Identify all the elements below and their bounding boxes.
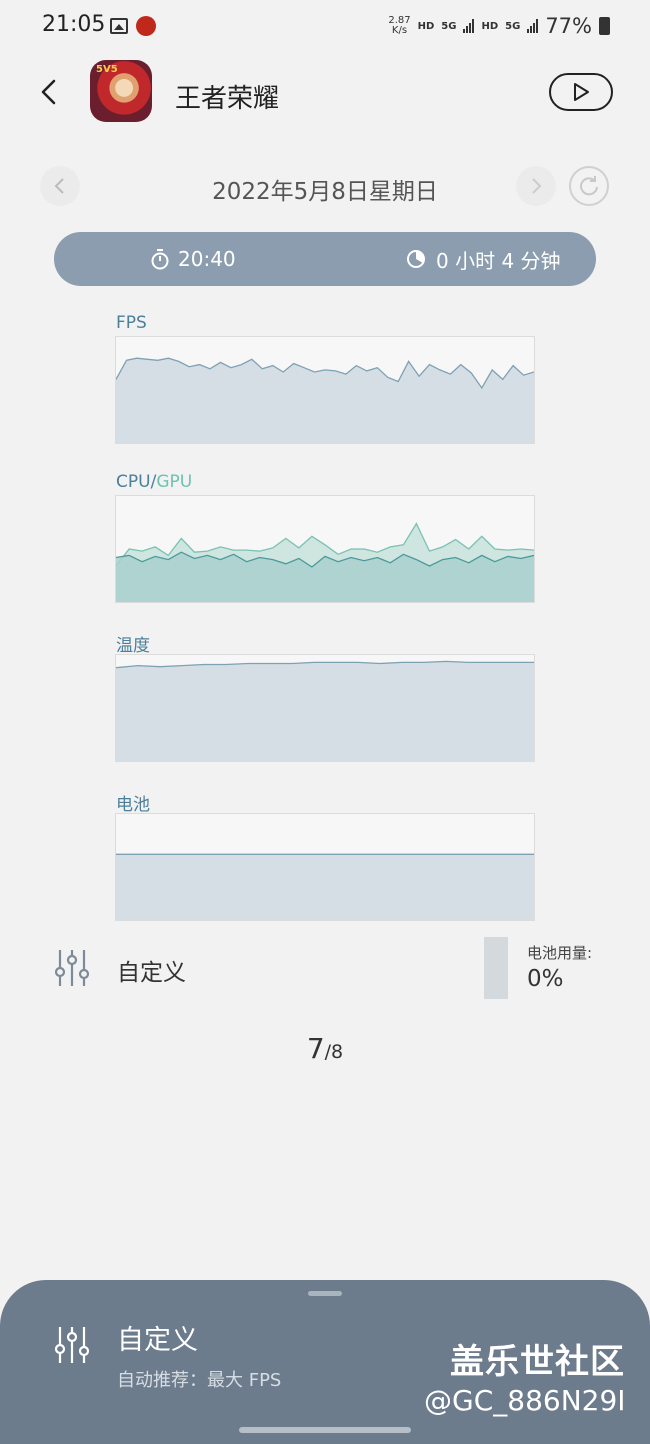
gpu-label: GPU bbox=[156, 472, 193, 492]
signal-icon-2 bbox=[527, 19, 539, 33]
battery-percent: 77% bbox=[545, 14, 592, 38]
cpu-label: CPU bbox=[116, 472, 151, 492]
next-day-button[interactable] bbox=[516, 166, 556, 206]
hd-label-2: HD bbox=[481, 20, 499, 32]
sheet-drag-handle[interactable] bbox=[308, 1291, 342, 1296]
page-current: 7 bbox=[306, 1032, 325, 1065]
temperature-series-area bbox=[116, 661, 534, 761]
session-summary[interactable]: 20:40 0 小时 4 分钟 bbox=[54, 232, 596, 286]
status-right: 2.87 K/s HD 5G HD 5G 77% bbox=[388, 14, 610, 38]
session-start-time: 20:40 bbox=[178, 247, 236, 271]
app-badge: 5V5 bbox=[96, 64, 118, 75]
customize-label[interactable]: 自定义 bbox=[117, 953, 186, 987]
temperature-chart-svg bbox=[116, 660, 534, 761]
signal-icon bbox=[463, 19, 475, 33]
fps-chart-label: FPS bbox=[116, 313, 147, 333]
image-icon bbox=[110, 18, 128, 34]
tune-icon[interactable] bbox=[54, 948, 90, 988]
refresh-button[interactable] bbox=[569, 166, 609, 206]
status-left-icons bbox=[110, 16, 156, 36]
net-speed: 2.87 K/s bbox=[388, 16, 410, 36]
cpu-gpu-chart bbox=[115, 495, 535, 603]
page-total: /8 bbox=[324, 1041, 344, 1063]
network-type-1: 5G bbox=[441, 20, 457, 32]
battery-chart bbox=[115, 813, 535, 921]
session-duration: 0 小时 4 分钟 bbox=[436, 248, 561, 273]
gesture-nav-bar[interactable] bbox=[239, 1427, 411, 1433]
watermark-handle: @GC_886N29I bbox=[424, 1384, 626, 1417]
battery-usage-label: 电池用量: bbox=[527, 944, 593, 962]
fps-chart bbox=[115, 336, 535, 444]
page-indicator: 7/8 bbox=[0, 1032, 650, 1065]
hd-label-1: HD bbox=[417, 20, 435, 32]
app-icon: 5V5 bbox=[90, 60, 152, 122]
temperature-chart bbox=[115, 654, 535, 762]
battery-chart-svg bbox=[116, 853, 534, 920]
watermark-title: 盖乐世社区 bbox=[450, 1342, 625, 1382]
fps-series-area bbox=[116, 358, 534, 443]
back-arrow-icon[interactable] bbox=[36, 78, 64, 106]
play-icon bbox=[574, 83, 589, 101]
temperature-chart-label: 温度 bbox=[116, 636, 150, 656]
cpu-gpu-chart-label: CPU/GPU bbox=[116, 472, 192, 492]
sheet-title: 自定义 bbox=[117, 1325, 198, 1356]
battery-usage-value: 0% bbox=[527, 966, 564, 992]
stopwatch-icon bbox=[151, 249, 169, 270]
cpu-gpu-chart-svg bbox=[116, 522, 534, 602]
battery-series-area bbox=[116, 854, 534, 920]
battery-chart-label: 电池 bbox=[116, 795, 150, 815]
battery-icon bbox=[599, 17, 610, 35]
app-notification-icon bbox=[136, 16, 156, 36]
refresh-icon bbox=[580, 176, 598, 196]
sheet-subtitle: 自动推荐：最大 FPS bbox=[117, 1370, 282, 1391]
clock-icon bbox=[407, 250, 425, 268]
chevron-right-icon bbox=[532, 178, 542, 194]
network-type-2: 5G bbox=[505, 20, 521, 32]
net-speed-unit: K/s bbox=[391, 25, 408, 36]
tune-icon-sheet bbox=[54, 1327, 90, 1363]
fps-chart-svg bbox=[116, 357, 534, 443]
play-button[interactable] bbox=[549, 73, 613, 111]
battery-usage-bar bbox=[484, 937, 508, 999]
page-title: 王者荣耀 bbox=[175, 84, 280, 114]
status-time: 21:05 bbox=[42, 12, 106, 37]
